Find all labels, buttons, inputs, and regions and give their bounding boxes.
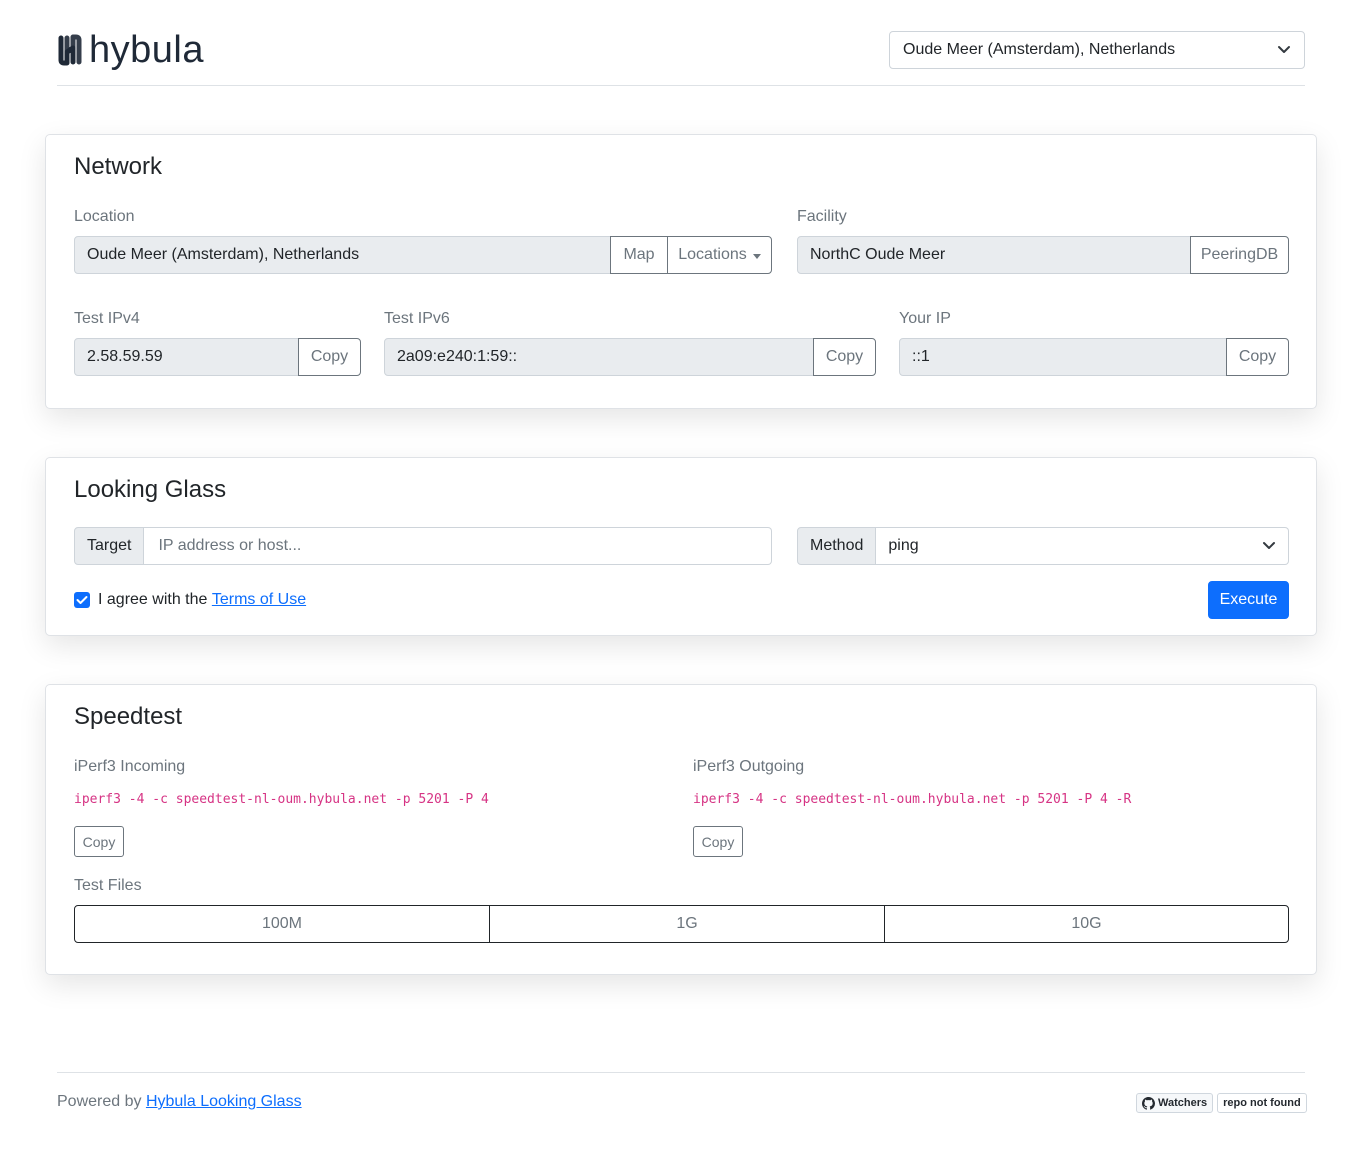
- logo-text: hybula: [89, 29, 204, 71]
- chevron-down-icon: [1278, 46, 1290, 53]
- target-label: Target: [74, 527, 145, 565]
- target-input-group: Target: [74, 527, 772, 565]
- speedtest-title: Speedtest: [74, 703, 183, 730]
- watchers-badge[interactable]: Watchers: [1136, 1093, 1214, 1113]
- target-input[interactable]: [156, 536, 759, 556]
- github-badges: Watchers repo not found: [1136, 1093, 1307, 1113]
- map-button[interactable]: Map: [610, 236, 668, 274]
- location-field[interactable]: Oude Meer (Amsterdam), Netherlands: [74, 236, 611, 274]
- location-select[interactable]: Oude Meer (Amsterdam), Netherlands: [889, 31, 1305, 69]
- ipv4-input-group: 2.58.59.59 Copy: [74, 338, 361, 376]
- your-ip-label: Your IP: [899, 310, 951, 327]
- looking-glass-card: Looking Glass Target Method ping I agree…: [45, 457, 1317, 636]
- repo-status-badge[interactable]: repo not found: [1217, 1093, 1307, 1113]
- checkmark-icon: [76, 596, 88, 604]
- terms-of-use-link[interactable]: Terms of Use: [212, 591, 306, 609]
- method-label: Method: [797, 527, 877, 565]
- copy-outgoing-button[interactable]: Copy: [693, 826, 743, 857]
- locations-dropdown-button[interactable]: Locations: [667, 236, 772, 274]
- facility-field[interactable]: NorthC Oude Meer: [797, 236, 1191, 274]
- method-select[interactable]: ping: [876, 527, 1289, 565]
- iperf-incoming-label: iPerf3 Incoming: [74, 758, 186, 775]
- caret-down-icon: [752, 253, 761, 259]
- looking-glass-title: Looking Glass: [74, 476, 227, 503]
- test-file-10g-button[interactable]: 10G: [884, 905, 1289, 943]
- terms-agreement: I agree with the Terms of Use: [74, 591, 306, 609]
- locations-button-label: Locations: [678, 246, 747, 263]
- execute-button[interactable]: Execute: [1208, 581, 1289, 619]
- copy-ipv6-button[interactable]: Copy: [813, 338, 876, 376]
- test-files-group: 100M 1G 10G: [74, 905, 1289, 943]
- facility-label: Facility: [797, 208, 847, 225]
- peeringdb-button[interactable]: PeeringDB: [1190, 236, 1289, 274]
- powered-by-text: Powered by: [57, 1093, 146, 1110]
- ipv6-field[interactable]: 2a09:e240:1:59::: [384, 338, 814, 376]
- iperf-outgoing-label: iPerf3 Outgoing: [693, 758, 805, 775]
- your-ip-field[interactable]: ::1: [899, 338, 1227, 376]
- target-input-wrapper: [144, 527, 772, 565]
- logo[interactable]: hybula: [57, 30, 204, 70]
- test-file-1g-button[interactable]: 1G: [489, 905, 885, 943]
- test-file-100m-button[interactable]: 100M: [74, 905, 490, 943]
- chevron-down-icon: [1263, 542, 1275, 549]
- test-files-label: Test Files: [74, 877, 142, 894]
- github-icon: [1142, 1096, 1155, 1110]
- ipv4-label: Test IPv4: [74, 310, 140, 327]
- iperf-incoming-command: iperf3 -4 -c speedtest-nl-oum.hybula.net…: [74, 792, 489, 807]
- network-title: Network: [74, 153, 163, 180]
- location-label: Location: [74, 208, 135, 225]
- ipv4-field[interactable]: 2.58.59.59: [74, 338, 299, 376]
- ipv6-label: Test IPv6: [384, 310, 450, 327]
- location-select-value: Oude Meer (Amsterdam), Netherlands: [903, 41, 1176, 58]
- agree-checkbox[interactable]: [74, 592, 90, 608]
- copy-ipv4-button[interactable]: Copy: [298, 338, 361, 376]
- your-ip-input-group: ::1 Copy: [899, 338, 1289, 376]
- method-input-group: Method ping: [797, 527, 1289, 565]
- footer-divider: [57, 1072, 1305, 1073]
- iperf-outgoing-command: iperf3 -4 -c speedtest-nl-oum.hybula.net…: [693, 792, 1132, 807]
- network-card: Network Location Oude Meer (Amsterdam), …: [45, 134, 1317, 409]
- hybula-looking-glass-link[interactable]: Hybula Looking Glass: [146, 1093, 302, 1110]
- copy-incoming-button[interactable]: Copy: [74, 826, 124, 857]
- watchers-badge-label: Watchers: [1158, 1097, 1208, 1109]
- method-select-value: ping: [888, 537, 919, 554]
- ipv6-input-group: 2a09:e240:1:59:: Copy: [384, 338, 876, 376]
- header-divider: [57, 85, 1305, 86]
- footer-powered-by: Powered by Hybula Looking Glass: [57, 1093, 302, 1111]
- agree-text: I agree with the: [98, 591, 212, 608]
- copy-your-ip-button[interactable]: Copy: [1226, 338, 1289, 376]
- hybula-logo-icon: [58, 34, 82, 66]
- speedtest-card: Speedtest iPerf3 Incoming iperf3 -4 -c s…: [45, 684, 1317, 975]
- facility-input-group: NorthC Oude Meer PeeringDB: [797, 236, 1289, 274]
- location-input-group: Oude Meer (Amsterdam), Netherlands Map L…: [74, 236, 772, 274]
